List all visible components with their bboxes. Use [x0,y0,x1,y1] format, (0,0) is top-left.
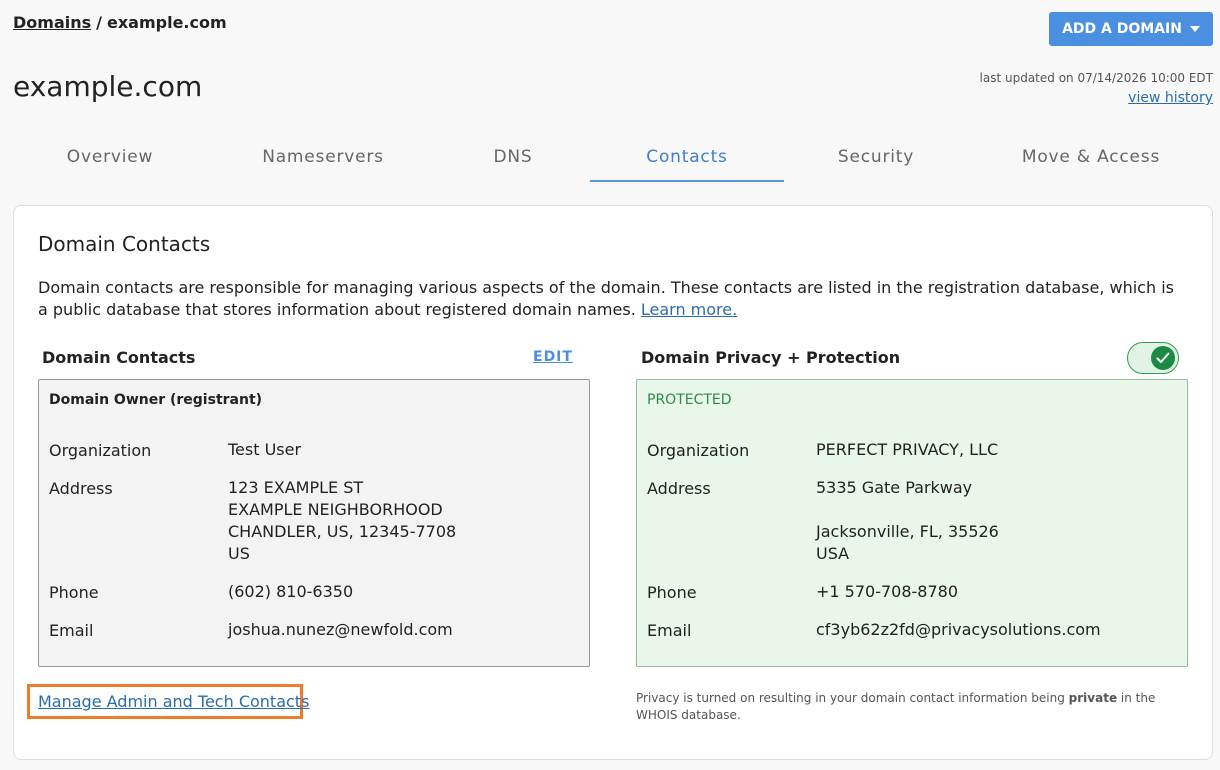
privacy-heading: Domain Privacy + Protection [641,348,901,367]
add-domain-button[interactable]: ADD A DOMAIN [1049,12,1213,46]
privacy-address-line [816,499,999,521]
owner-address-label: Address [49,479,113,498]
tab-overview[interactable]: Overview [20,138,200,182]
manage-contacts-highlight: Manage Admin and Tech Contacts [27,684,309,719]
toggle-knob [1151,346,1175,370]
privacy-organization-label: Organization [647,441,750,460]
owner-phone-value: (602) 810-6350 [228,582,354,601]
owner-address-line: US [228,544,250,563]
breadcrumb-domains-link[interactable]: Domains [13,13,91,32]
privacy-address-line: 5335 Gate Parkway [816,478,973,497]
privacy-address-line: USA [816,544,850,563]
privacy-address-line: Jacksonville, FL, 35526 [816,522,999,541]
view-history-link[interactable]: view history [1128,90,1213,106]
breadcrumb: Domains / example.com [13,13,227,32]
privacy-toggle[interactable] [1127,342,1179,374]
checkmark-icon [1156,352,1170,363]
add-domain-label: ADD A DOMAIN [1062,21,1182,37]
tab-nameservers[interactable]: Nameservers [222,138,424,182]
tab-dns[interactable]: DNS [433,138,593,182]
domain-owner-box: Domain Owner (registrant) Organization T… [38,379,590,667]
privacy-note-bold: private [1068,691,1118,705]
owner-email-label: Email [49,621,94,640]
privacy-phone-value: +1 570-708-8780 [816,582,959,601]
tab-bar: Overview Nameservers DNS Contacts Securi… [0,138,1220,182]
tab-contacts[interactable]: Contacts [590,138,784,182]
last-updated-text: last updated on 07/14/2026 10:00 EDT [979,71,1213,85]
privacy-note-before: Privacy is turned on resulting in your d… [636,691,1069,705]
privacy-email-label: Email [647,621,692,640]
privacy-address-value: 5335 Gate Parkway Jacksonville, FL, 3552… [816,477,999,565]
page-title: example.com [13,70,203,103]
intro-text: Domain contacts are responsible for mana… [38,277,1188,321]
owner-organization-value: Test User [228,440,302,459]
tab-security[interactable]: Security [790,138,962,182]
owner-address-line: CHANDLER, US, 12345-7708 [228,522,457,541]
privacy-address-label: Address [647,479,711,498]
privacy-phone-label: Phone [647,583,697,602]
section-title: Domain Contacts [38,232,211,256]
privacy-contact-box: PROTECTED Organization PERFECT PRIVACY, … [636,379,1188,667]
caret-down-icon [1189,26,1200,32]
privacy-organization-value: PERFECT PRIVACY, LLC [816,440,999,459]
owner-address-value: 123 EXAMPLE ST EXAMPLE NEIGHBORHOOD CHAN… [228,477,456,565]
manage-admin-tech-contacts-link[interactable]: Manage Admin and Tech Contacts [38,692,309,711]
breadcrumb-separator: / [96,13,102,32]
owner-box-heading: Domain Owner (registrant) [49,392,263,408]
owner-organization-label: Organization [49,441,152,460]
domain-contacts-heading: Domain Contacts [42,348,196,367]
tab-move-access[interactable]: Move & Access [985,138,1197,182]
breadcrumb-current: example.com [106,13,227,32]
owner-address-line: EXAMPLE NEIGHBORHOOD [228,500,443,519]
owner-phone-label: Phone [49,583,99,602]
learn-more-link[interactable]: Learn more. [641,300,737,319]
edit-contacts-button[interactable]: EDIT [533,349,573,365]
owner-address-line: 123 EXAMPLE ST [228,478,364,497]
owner-email-value: joshua.nunez@newfold.com [228,620,453,639]
protected-status: PROTECTED [647,392,732,408]
privacy-note: Privacy is turned on resulting in your d… [636,690,1196,724]
privacy-email-value: cf3yb62z2fd@privacysolutions.com [816,620,1101,639]
intro-body: Domain contacts are responsible for mana… [38,278,1174,319]
